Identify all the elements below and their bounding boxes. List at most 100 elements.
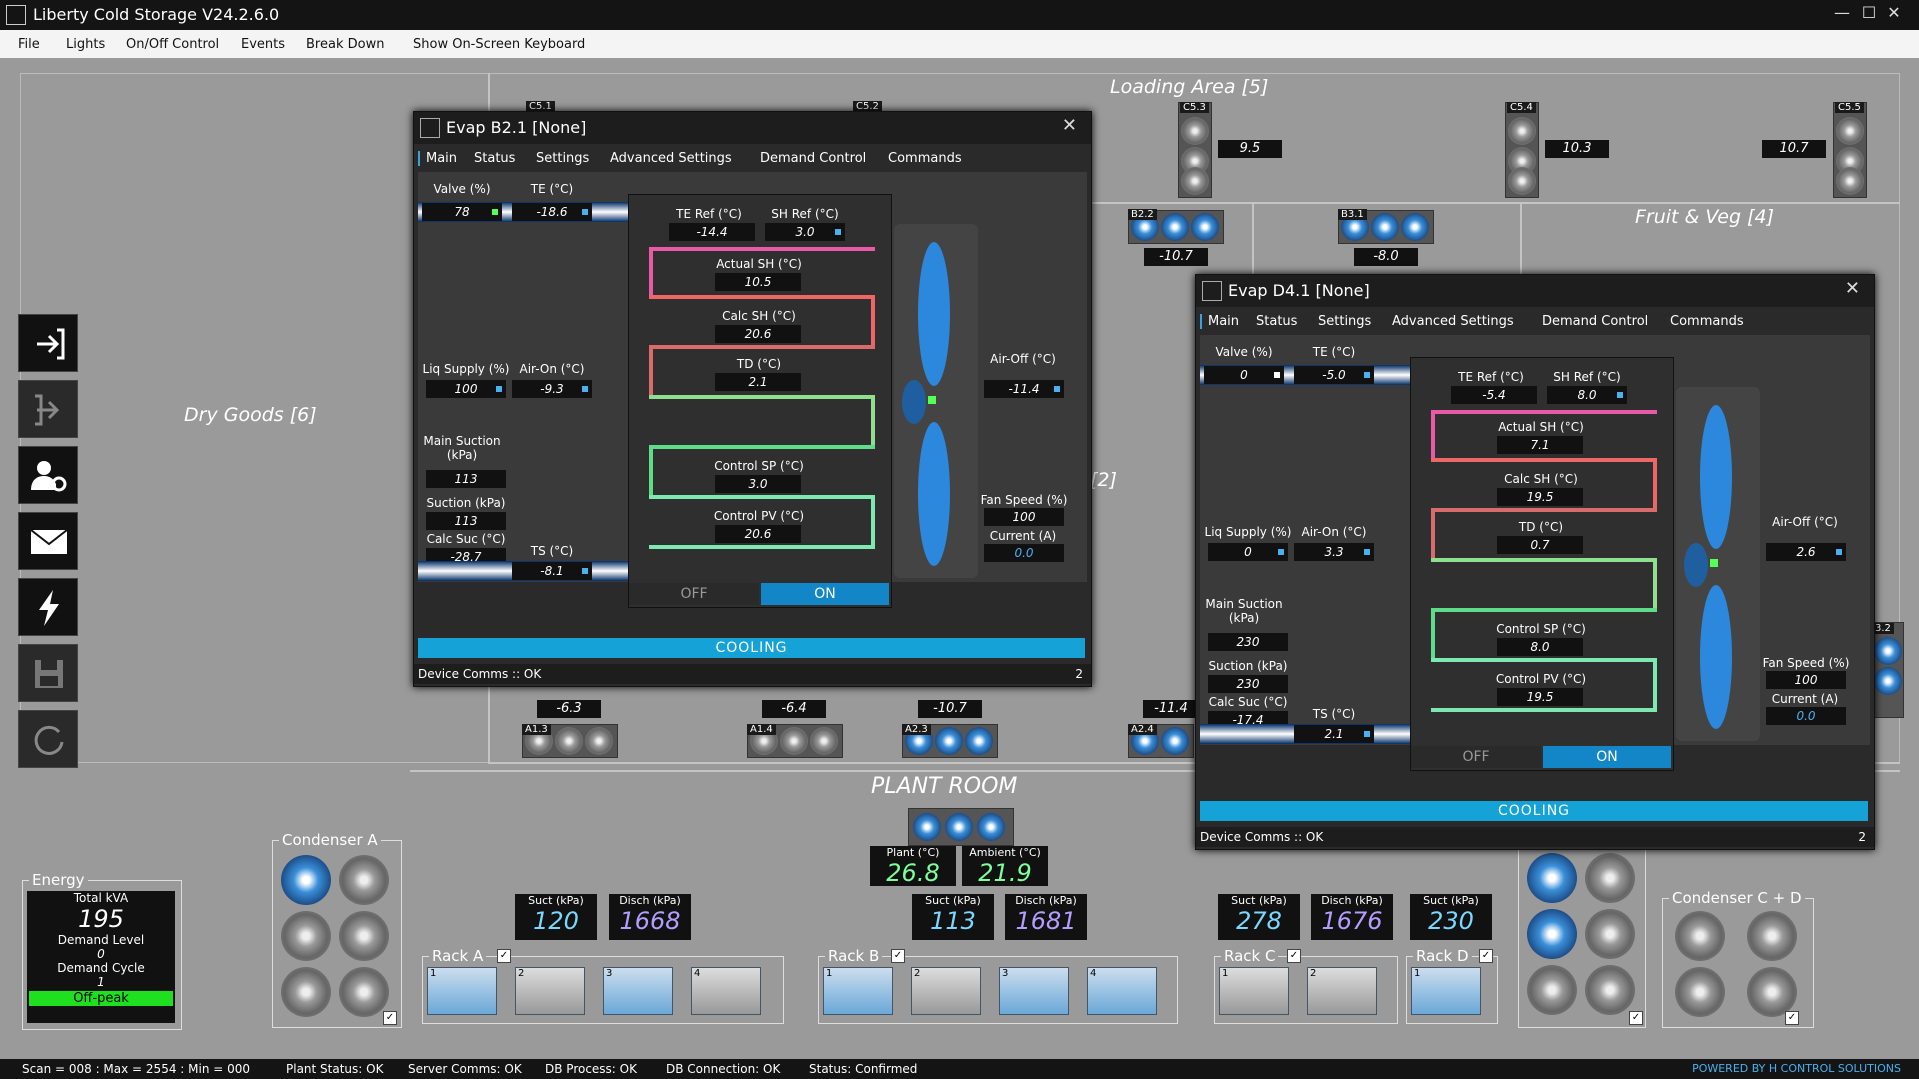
tab-settings[interactable]: Settings bbox=[536, 151, 589, 166]
fan-icon[interactable] bbox=[1527, 853, 1577, 903]
menu-events[interactable]: Events bbox=[241, 37, 285, 52]
compressor-icon[interactable]: 1 bbox=[823, 967, 893, 1015]
user-settings-button[interactable] bbox=[18, 446, 78, 504]
coil-pass bbox=[649, 395, 875, 449]
air-on-value: -9.3 bbox=[512, 380, 592, 398]
fan-icon[interactable] bbox=[281, 911, 331, 961]
fan-icon[interactable] bbox=[281, 855, 331, 905]
compressor-icon[interactable]: 4 bbox=[691, 967, 761, 1015]
fan-icon[interactable] bbox=[281, 967, 331, 1017]
login-button[interactable] bbox=[18, 314, 78, 372]
fan-icon[interactable] bbox=[1747, 967, 1797, 1017]
menu-break-down[interactable]: Break Down bbox=[306, 37, 384, 52]
compressor-icon[interactable]: 3 bbox=[999, 967, 1069, 1015]
close-icon[interactable]: ✕ bbox=[1882, 3, 1906, 22]
rack-d-suction-box: Suct (kPa) 230 bbox=[1410, 894, 1492, 940]
close-icon[interactable]: ✕ bbox=[1845, 278, 1860, 299]
fan-icon[interactable] bbox=[1675, 911, 1725, 961]
compressor-icon[interactable]: 1 bbox=[427, 967, 497, 1015]
unit-temp-b22: -10.7 bbox=[1144, 248, 1208, 266]
unit-tag-b22: B2.2 bbox=[1128, 209, 1157, 220]
compressor-icon[interactable]: 1 bbox=[1411, 967, 1481, 1015]
fan-icon[interactable] bbox=[339, 911, 389, 961]
condenser-a-checkbox[interactable]: ✓ bbox=[383, 1011, 397, 1025]
actual-sh-value: 7.1 bbox=[1497, 436, 1583, 454]
fan-icon[interactable] bbox=[339, 967, 389, 1017]
db-process-status: DB Process: OK bbox=[545, 1062, 637, 1076]
calc-suc-label: Calc Suc (°C) bbox=[426, 532, 506, 546]
compressor-icon[interactable]: 2 bbox=[515, 967, 585, 1015]
rack-d-checkbox[interactable]: ✓ bbox=[1479, 949, 1493, 963]
messages-button[interactable] bbox=[18, 512, 78, 570]
main-suction-label: Main Suction (kPa) bbox=[423, 434, 501, 462]
on-button[interactable]: ON bbox=[761, 583, 889, 605]
fan-icon[interactable] bbox=[1747, 911, 1797, 961]
tab-main[interactable]: Main bbox=[1200, 314, 1239, 329]
close-icon[interactable]: ✕ bbox=[1062, 115, 1077, 136]
zone-dry-goods: Dry Goods [6] bbox=[184, 404, 317, 426]
demand-cycle-label: Demand Cycle bbox=[57, 961, 145, 975]
unit-temp-a13: -6.3 bbox=[537, 700, 601, 718]
unit-temp-a23: -10.7 bbox=[918, 700, 982, 718]
evap-d41-title: Evap D4.1 [None] bbox=[1228, 281, 1370, 300]
plant-fan-unit[interactable] bbox=[908, 808, 1014, 846]
compressor-icon[interactable]: 4 bbox=[1087, 967, 1157, 1015]
condenser-cd-checkbox[interactable]: ✓ bbox=[1785, 1011, 1799, 1025]
current-value: 0.0 bbox=[1766, 707, 1846, 725]
rack-c-checkbox[interactable]: ✓ bbox=[1287, 949, 1301, 963]
maximize-icon[interactable]: ☐ bbox=[1857, 3, 1881, 22]
tab-main[interactable]: Main bbox=[418, 151, 457, 166]
condenser-b-checkbox[interactable]: ✓ bbox=[1629, 1011, 1643, 1025]
evap-unit-32[interactable] bbox=[1872, 622, 1904, 718]
tab-commands[interactable]: Commands bbox=[1670, 314, 1744, 329]
discharge-label: Disch (kPa) bbox=[1321, 894, 1383, 907]
on-button[interactable]: ON bbox=[1543, 746, 1671, 768]
evap-coil-diagram: TE Ref (°C) -14.4 SH Ref (°C) 3.0 Actual… bbox=[628, 194, 892, 608]
power-button[interactable] bbox=[18, 578, 78, 636]
fan-icon[interactable] bbox=[1527, 909, 1577, 959]
compressor-icon[interactable]: 1 bbox=[1219, 967, 1289, 1015]
tab-advanced-settings[interactable]: Advanced Settings bbox=[1392, 314, 1514, 329]
rack-a-checkbox[interactable]: ✓ bbox=[497, 949, 511, 963]
rack-b-group: Rack B ✓ 1 2 3 4 bbox=[818, 947, 1178, 1024]
coil-pass bbox=[1431, 558, 1657, 612]
compressor-icon[interactable]: 2 bbox=[1307, 967, 1377, 1015]
off-button[interactable]: OFF bbox=[1411, 746, 1541, 768]
evap-unit-c55[interactable] bbox=[1833, 102, 1867, 198]
minimize-icon[interactable]: — bbox=[1830, 3, 1854, 22]
fan-icon[interactable] bbox=[1675, 967, 1725, 1017]
rack-c-label: Rack C bbox=[1221, 947, 1279, 965]
actual-sh-label: Actual SH (°C) bbox=[1498, 420, 1584, 434]
logout-button[interactable] bbox=[18, 380, 78, 438]
rack-b-discharge-box: Disch (kPa) 1681 bbox=[1005, 894, 1087, 940]
off-button[interactable]: OFF bbox=[629, 583, 759, 605]
fan-icon[interactable] bbox=[1585, 909, 1635, 959]
evap-unit-c54[interactable] bbox=[1505, 102, 1539, 198]
tab-demand-control[interactable]: Demand Control bbox=[1542, 314, 1648, 329]
tab-demand-control[interactable]: Demand Control bbox=[760, 151, 866, 166]
evap-unit-c53[interactable] bbox=[1178, 102, 1212, 198]
tab-status[interactable]: Status bbox=[474, 151, 515, 166]
valve-value: 0 bbox=[1204, 366, 1284, 384]
energy-title: Energy bbox=[29, 871, 88, 889]
menu-file[interactable]: File bbox=[18, 37, 40, 52]
menu-onoff-control[interactable]: On/Off Control bbox=[126, 37, 219, 52]
fan-icon[interactable] bbox=[1585, 853, 1635, 903]
fan-icon[interactable] bbox=[1585, 965, 1635, 1015]
evap-fan-graphic bbox=[894, 224, 978, 578]
refresh-button[interactable] bbox=[18, 710, 78, 768]
login-icon bbox=[37, 328, 65, 360]
fan-icon[interactable] bbox=[339, 855, 389, 905]
menu-lights[interactable]: Lights bbox=[66, 37, 105, 52]
tab-advanced-settings[interactable]: Advanced Settings bbox=[610, 151, 732, 166]
menu-show-keyboard[interactable]: Show On-Screen Keyboard bbox=[413, 37, 585, 52]
tab-commands[interactable]: Commands bbox=[888, 151, 962, 166]
save-button[interactable] bbox=[18, 644, 78, 702]
fan-icon[interactable] bbox=[1527, 965, 1577, 1015]
compressor-icon[interactable]: 3 bbox=[603, 967, 673, 1015]
tab-status[interactable]: Status bbox=[1256, 314, 1297, 329]
rack-b-checkbox[interactable]: ✓ bbox=[891, 949, 905, 963]
compressor-icon[interactable]: 2 bbox=[911, 967, 981, 1015]
te-value: -18.6 bbox=[512, 203, 592, 221]
tab-settings[interactable]: Settings bbox=[1318, 314, 1371, 329]
